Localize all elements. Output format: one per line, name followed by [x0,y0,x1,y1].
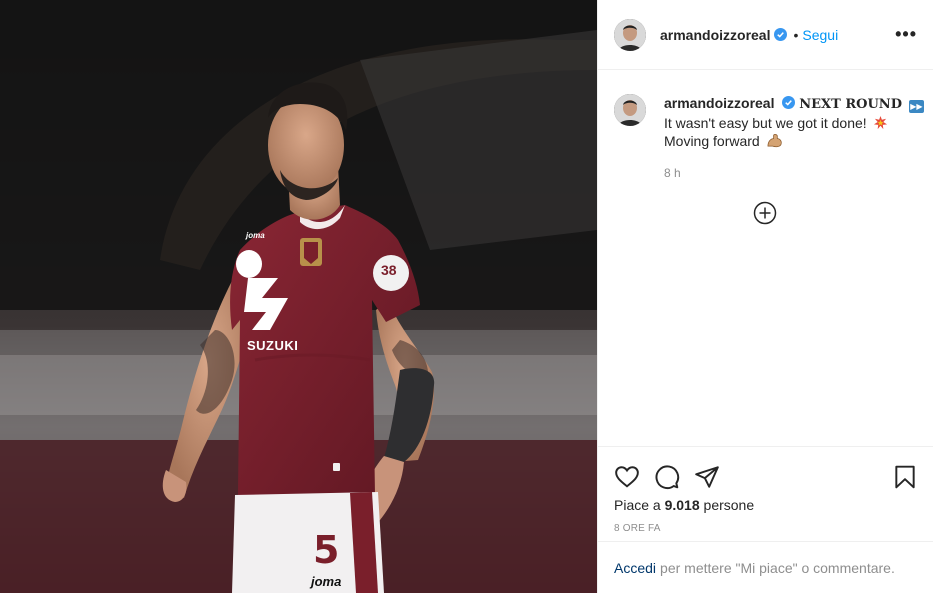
more-options-icon[interactable]: ••• [895,24,917,45]
caption-verified-badge-icon [782,96,796,109]
shorts-brand: joma [311,574,342,589]
jersey-sponsor-text: SUZUKI [247,338,299,353]
collision-emoji-icon [873,115,887,130]
paper-plane-icon[interactable] [694,464,720,490]
login-link[interactable]: Accedi [614,560,656,576]
post-timestamp[interactable]: 8 ORE FA [598,523,933,534]
verified-badge-icon [774,28,788,41]
likes-number: 9.018 [664,497,700,513]
header-username[interactable]: armandoizzoreal [660,27,770,43]
caption-avatar[interactable] [614,94,646,126]
post-header: armandoizzoreal • Segui ••• [598,0,933,70]
caption-avatar-image [614,94,646,126]
jersey-number: 5 [313,528,340,572]
login-prompt: Accedi per mettere "Mi piace" o commenta… [598,541,933,593]
instagram-post: SUZUKI 5 joma 38 joma armandoizzoreal • [0,0,933,593]
caption-username[interactable]: armandoizzoreal [664,95,774,111]
post-actions-section: Piace a 9.018 persone 8 ORE FA [598,446,933,534]
likes-count[interactable]: Piace a 9.018 persone [598,497,933,513]
kit-brand: joma [246,231,265,240]
caption-line1: It wasn't easy but we got it done! [664,115,867,131]
heart-icon[interactable] [614,464,640,490]
avatar-image [614,18,646,51]
sleeve-patch-number: 38 [381,262,397,278]
caption-time[interactable]: 8 h [664,164,924,182]
action-bar [598,447,933,495]
likes-prefix: Piace a [614,497,665,513]
caption-body: armandoizzoreal NEXT ROUND ▶▶ It wasn't … [664,94,924,182]
avatar[interactable] [614,18,646,51]
follow-button[interactable]: Segui [802,27,838,43]
login-prompt-text: per mettere "Mi piace" o commentare. [660,559,895,576]
fast-forward-icon: ▶▶ [908,100,924,113]
likes-suffix: persone [699,497,755,513]
caption-headline: NEXT ROUND [799,97,902,112]
post-photo[interactable]: SUZUKI 5 joma 38 joma [0,0,597,593]
bookmark-icon[interactable] [892,464,918,490]
header-separator: • [793,26,799,43]
caption-line2: Moving forward [664,133,760,149]
post-side-panel: armandoizzoreal • Segui ••• armandoizzor… [597,0,933,593]
post-caption: armandoizzoreal NEXT ROUND ▶▶ It wasn't … [614,94,924,182]
comment-icon[interactable] [654,464,680,490]
player-illustration [0,0,597,593]
load-more-comments-icon[interactable] [753,201,777,225]
flexed-biceps-emoji-icon [767,134,782,148]
